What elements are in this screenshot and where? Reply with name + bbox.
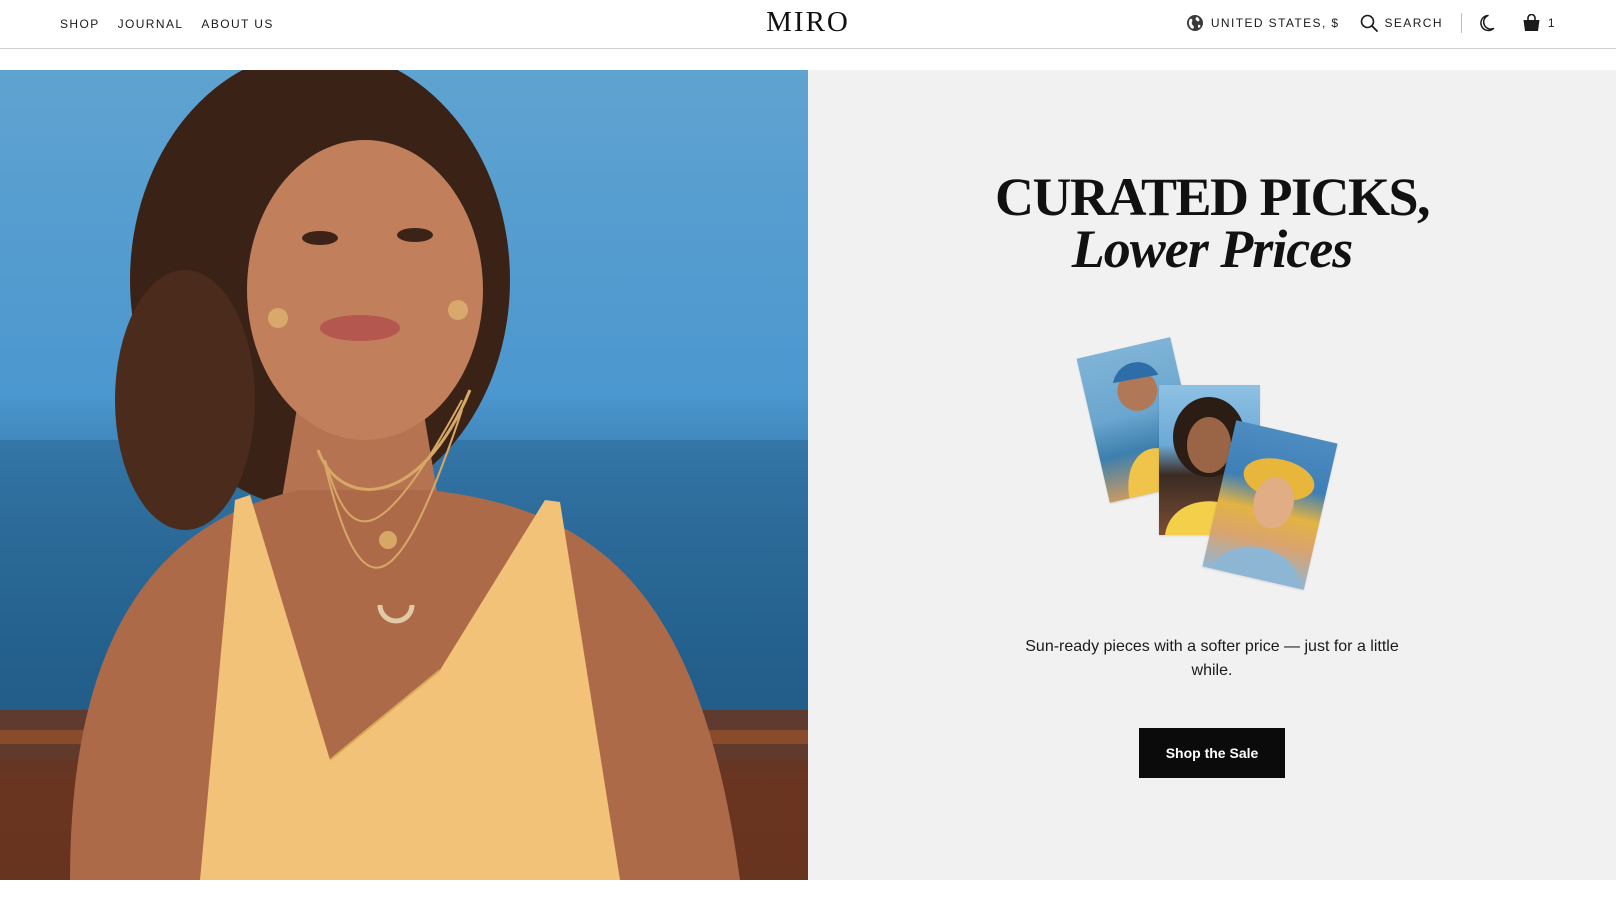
search-label: SEARCH (1384, 16, 1443, 30)
hero-image (0, 70, 808, 880)
shopping-bag-icon (1522, 14, 1541, 32)
cart-count: 1 (1547, 16, 1556, 30)
headline-line-1: CURATED PICKS, (994, 167, 1431, 227)
promo-panel: CURATED PICKS, Lower Prices Sun-ready pi… (808, 70, 1616, 880)
shop-the-sale-button[interactable]: Shop the Sale (1139, 728, 1285, 778)
headline-line-2: Lower Prices (1071, 219, 1353, 279)
region-label: UNITED STATES, $ (1210, 16, 1340, 30)
header-divider (1460, 13, 1462, 33)
search-icon (1360, 14, 1378, 32)
region-selector[interactable]: UNITED STATES, $ (1186, 14, 1340, 32)
hero-portrait-illustration (0, 70, 808, 880)
search-button[interactable]: SEARCH (1360, 14, 1443, 32)
promo-description: Sun-ready pieces with a softer price — j… (1025, 638, 1399, 679)
hero-section: CURATED PICKS, Lower Prices Sun-ready pi… (0, 70, 1616, 880)
photo-collage (1068, 330, 1348, 590)
cart-button[interactable]: 1 (1522, 14, 1556, 32)
globe-icon (1186, 14, 1204, 32)
utility-nav: UNITED STATES, $ SEARCH 1 (1186, 13, 1556, 33)
promo-headline: CURATED PICKS, Lower Prices (808, 167, 1616, 279)
site-header: SHOP JOURNAL ABOUT US MIRO UNITED STATES… (0, 0, 1616, 49)
moon-icon[interactable] (1480, 13, 1500, 33)
